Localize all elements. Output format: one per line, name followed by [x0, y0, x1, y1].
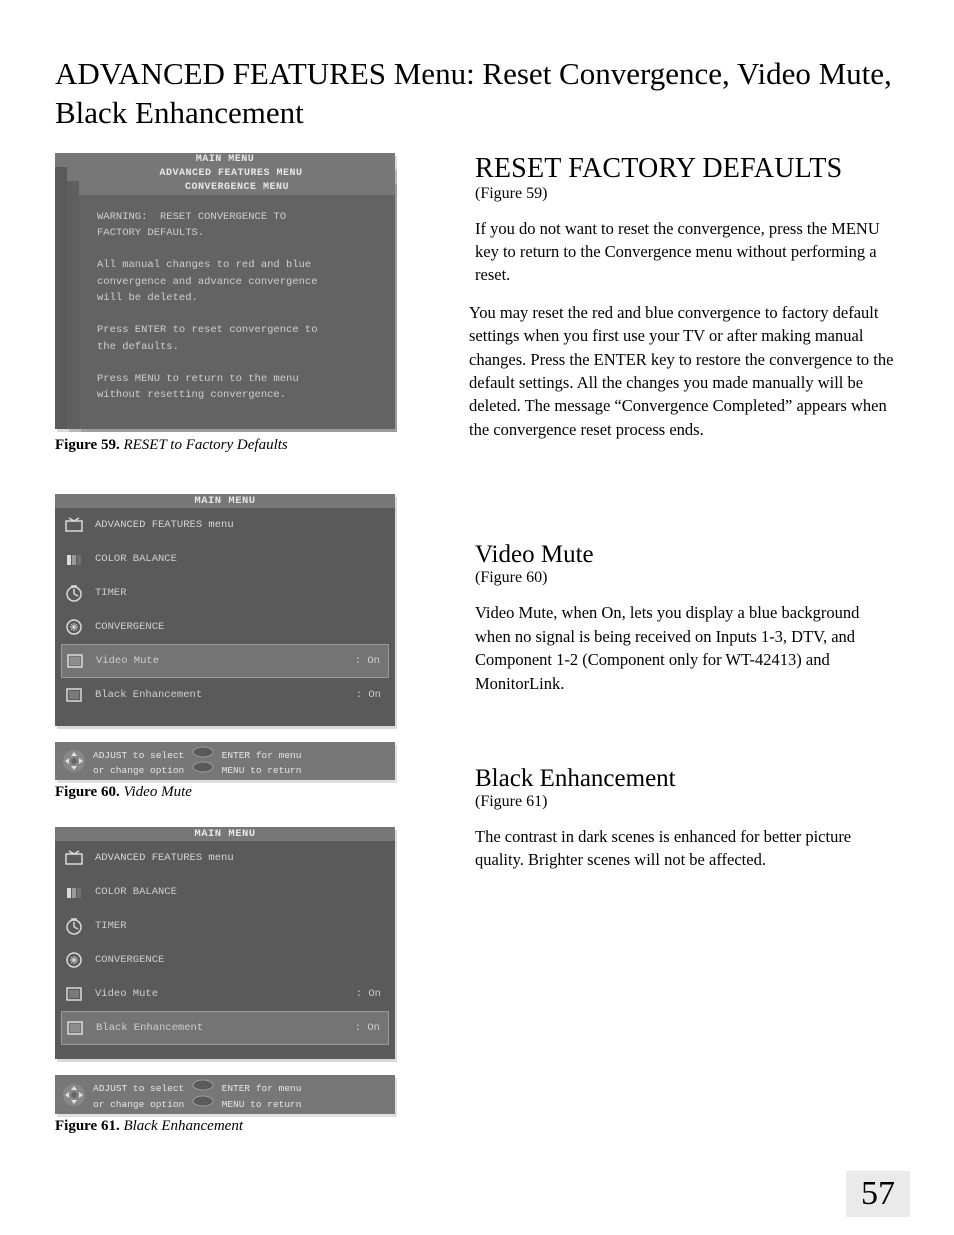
menu-row-value: : On — [355, 655, 380, 667]
menu-row-label: CONVERGENCE — [95, 621, 381, 633]
menu-row-value: : On — [355, 1022, 380, 1034]
hint-bar: ADJUST to select ENTER for menu or chang… — [55, 742, 395, 781]
menu-row: TIMER — [55, 909, 395, 943]
menu-row-icon — [64, 650, 86, 672]
paragraph: If you do not want to reset the converge… — [475, 217, 895, 287]
menu-row-icon — [63, 881, 85, 903]
menu-row: Black Enhancement: On — [61, 1011, 389, 1045]
figure-61: MAIN MENU ADVANCED FEATURES menu COLOR B… — [55, 827, 425, 1135]
section-figure-ref: (Figure 61) — [475, 793, 895, 811]
hint-text: ADJUST to select ENTER for menu or chang… — [93, 746, 301, 777]
menu-row-icon — [63, 915, 85, 937]
figure-59: MAIN MENU ADVANCED FEATURES MENU CONVERG… — [55, 153, 425, 454]
menu-row: COLOR BALANCE — [55, 542, 395, 576]
section-video-mute: Video Mute (Figure 60) Video Mute, when … — [475, 541, 895, 695]
panel-header: ADVANCED FEATURES MENU — [67, 167, 395, 181]
menu-row: Black Enhancement: On — [55, 678, 395, 712]
menu-row-icon — [63, 548, 85, 570]
page-number: 57 — [846, 1171, 910, 1217]
figure-caption: Figure 60. Video Mute — [55, 784, 425, 801]
fig61-menu: MAIN MENU ADVANCED FEATURES menu COLOR B… — [55, 827, 395, 1059]
menu-row-icon — [63, 616, 85, 638]
figure-caption: Figure 61. Black Enhancement — [55, 1118, 425, 1135]
menu-row-label: TIMER — [95, 920, 381, 932]
paragraph: The contrast in dark scenes is enhanced … — [475, 825, 895, 872]
dpad-icon — [61, 1082, 87, 1108]
paragraph: You may reset the red and blue convergen… — [469, 301, 895, 442]
menu-row-label: COLOR BALANCE — [95, 886, 381, 898]
caption-text: Video Mute — [123, 784, 191, 800]
content-columns: MAIN MENU ADVANCED FEATURES MENU CONVERG… — [55, 153, 899, 1162]
advanced-menu-icon — [63, 514, 85, 536]
menu-button-icon — [192, 761, 214, 773]
dpad-icon — [61, 748, 87, 774]
menu-row-label: Video Mute — [96, 655, 355, 667]
menu-row: CONVERGENCE — [55, 610, 395, 644]
enter-button-icon — [192, 746, 214, 758]
menu-row-icon — [64, 1017, 86, 1039]
panel-convergence: CONVERGENCE MENU WARNING: RESET CONVERGE… — [79, 181, 395, 429]
hint-bar: ADJUST to select ENTER for menu or chang… — [55, 1075, 395, 1114]
section-figure-ref: (Figure 59) — [475, 185, 895, 203]
menu-row-label: CONVERGENCE — [95, 954, 381, 966]
menu-row-label: Video Mute — [95, 988, 356, 1000]
section-figure-ref: (Figure 60) — [475, 569, 895, 587]
caption-label: Figure 59. — [55, 437, 120, 453]
menu-row-label: Black Enhancement — [96, 1022, 355, 1034]
caption-text: RESET to Factory Defaults — [123, 437, 287, 453]
menu-header: MAIN MENU — [55, 827, 395, 841]
advanced-menu-icon — [63, 847, 85, 869]
menu-row-icon — [63, 684, 85, 706]
panel-header: CONVERGENCE MENU — [79, 181, 395, 195]
section-heading: RESET FACTORY DEFAULTS — [475, 153, 895, 185]
caption-label: Figure 61. — [55, 1118, 120, 1134]
panel-header: MAIN MENU — [55, 153, 395, 167]
left-column: MAIN MENU ADVANCED FEATURES MENU CONVERG… — [55, 153, 425, 1162]
menu-button-icon — [192, 1095, 214, 1107]
menu-subheader-row: ADVANCED FEATURES menu — [55, 841, 395, 875]
hint-text: ADJUST to select ENTER for menu or chang… — [93, 1079, 301, 1110]
menu-row-label: TIMER — [95, 587, 381, 599]
right-column: RESET FACTORY DEFAULTS (Figure 59) If yo… — [475, 153, 895, 1162]
section-reset-defaults: RESET FACTORY DEFAULTS (Figure 59) If yo… — [475, 153, 895, 442]
figure-caption: Figure 59. RESET to Factory Defaults — [55, 437, 425, 454]
caption-text: Black Enhancement — [123, 1118, 243, 1134]
section-heading: Black Enhancement — [475, 765, 895, 793]
menu-row: TIMER — [55, 576, 395, 610]
caption-label: Figure 60. — [55, 784, 120, 800]
menu-row: CONVERGENCE — [55, 943, 395, 977]
paragraph: Video Mute, when On, lets you display a … — [475, 601, 895, 695]
menu-row-value: : On — [356, 689, 381, 701]
panel-body-text: WARNING: RESET CONVERGENCE TO FACTORY DE… — [97, 209, 377, 404]
page-title: ADVANCED FEATURES Menu: Reset Convergenc… — [55, 55, 899, 133]
menu-subheader: ADVANCED FEATURES menu — [95, 852, 381, 864]
menu-row-label: COLOR BALANCE — [95, 553, 381, 565]
menu-row: Video Mute: On — [55, 977, 395, 1011]
section-heading: Video Mute — [475, 541, 895, 569]
menu-row-icon — [63, 582, 85, 604]
menu-row-icon — [63, 983, 85, 1005]
menu-header: MAIN MENU — [55, 494, 395, 508]
menu-subheader-row: ADVANCED FEATURES menu — [55, 508, 395, 542]
menu-subheader: ADVANCED FEATURES menu — [95, 519, 381, 531]
enter-button-icon — [192, 1079, 214, 1091]
fig59-screenshot: MAIN MENU ADVANCED FEATURES MENU CONVERG… — [55, 153, 395, 433]
fig60-menu: MAIN MENU ADVANCED FEATURES menu COLOR B… — [55, 494, 395, 726]
menu-row: COLOR BALANCE — [55, 875, 395, 909]
menu-row-icon — [63, 949, 85, 971]
figure-60: MAIN MENU ADVANCED FEATURES menu COLOR B… — [55, 494, 425, 802]
section-black-enhancement: Black Enhancement (Figure 61) The contra… — [475, 765, 895, 872]
menu-row-label: Black Enhancement — [95, 689, 356, 701]
menu-row-value: : On — [356, 988, 381, 1000]
menu-row: Video Mute: On — [61, 644, 389, 678]
